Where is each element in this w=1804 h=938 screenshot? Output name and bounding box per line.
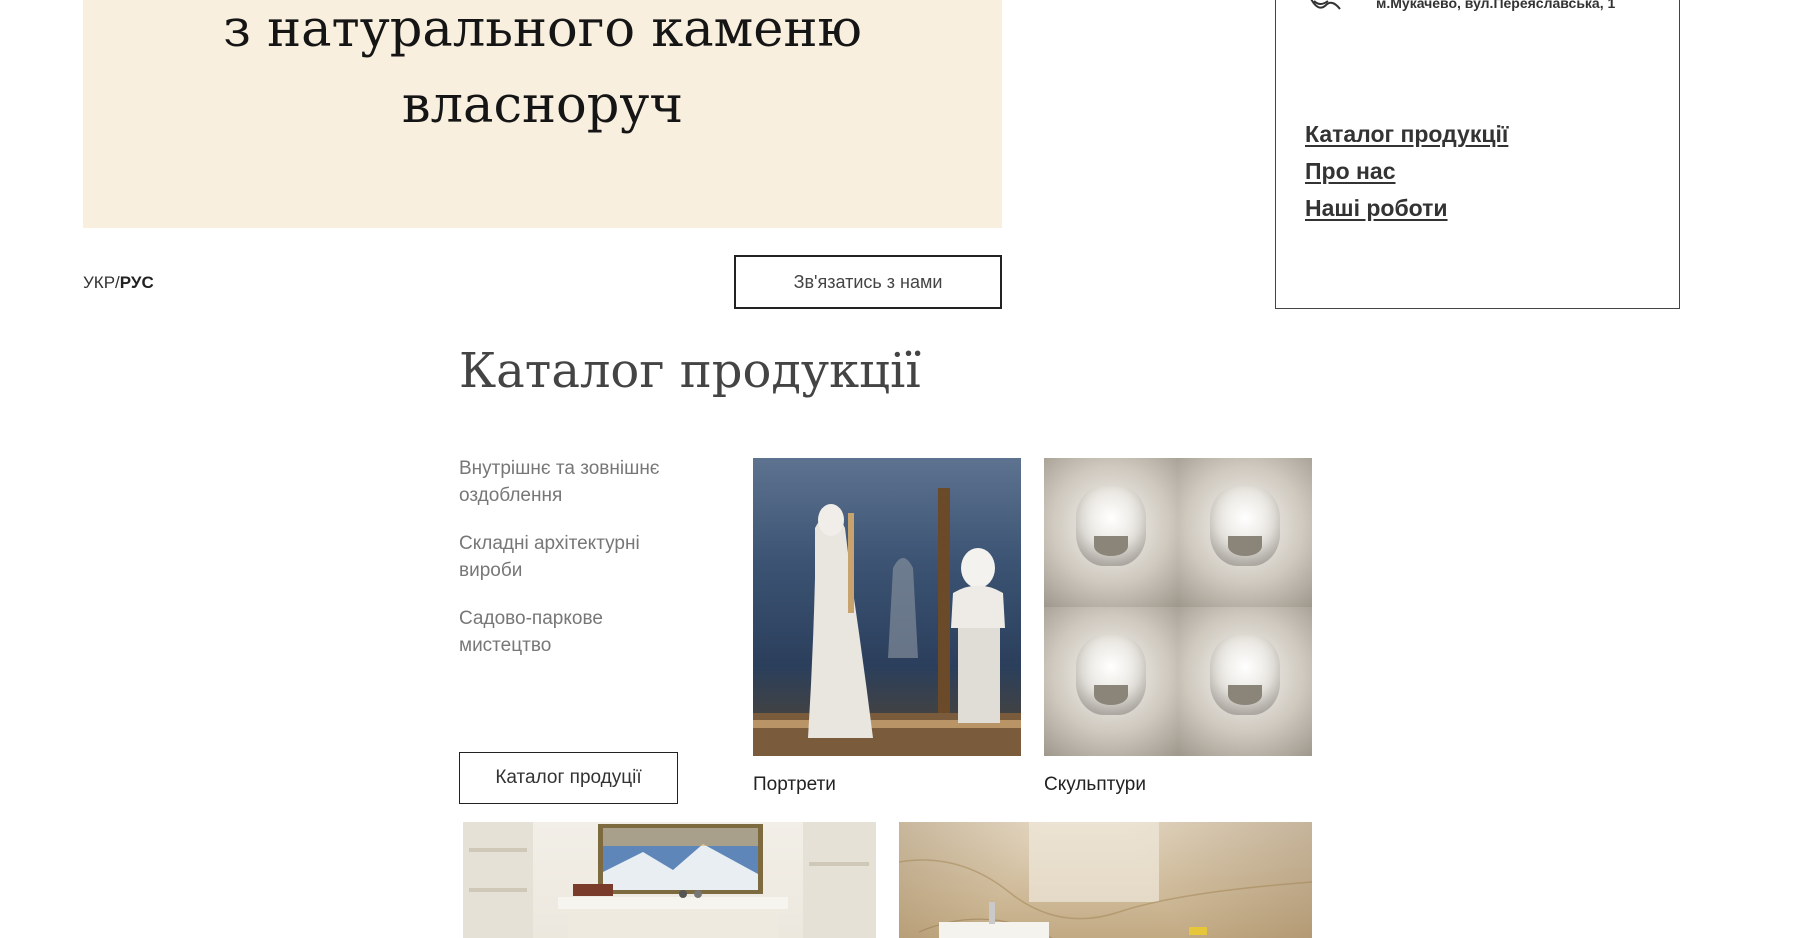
nav-link-about[interactable]: Про нас xyxy=(1305,158,1396,184)
nav-link-catalog[interactable]: Каталог продукції xyxy=(1305,121,1508,147)
product-card-portraits[interactable]: Портрети xyxy=(753,458,1021,796)
product-card-sculptures[interactable]: Скульптури xyxy=(1044,458,1312,796)
category-list: Внутрішнє та зовнішнє оздоблення Складні… xyxy=(459,455,689,680)
hero-banner: з натурального каменю власноруч xyxy=(83,0,1002,228)
card-caption[interactable]: Скульптури xyxy=(1044,774,1312,796)
lang-ukr-link[interactable]: УКР xyxy=(83,273,115,292)
portraits-image[interactable] xyxy=(753,458,1021,756)
category-item[interactable]: Садово-паркове мистецтво xyxy=(459,605,689,659)
info-box: м.Мукачево, вул.Переяславська, 1 Каталог… xyxy=(1275,0,1680,309)
map-marker-icon xyxy=(1310,0,1341,10)
hero-title: з натурального каменю власноруч xyxy=(83,0,1002,144)
bathroom-image[interactable] xyxy=(899,822,1312,938)
category-item[interactable]: Внутрішнє та зовнішнє оздоблення xyxy=(459,455,689,509)
language-switch: УКР/РУС xyxy=(83,273,154,293)
portraits-illustration xyxy=(753,488,1021,756)
catalog-title: Каталог продукції xyxy=(459,343,921,399)
fireplace-image[interactable] xyxy=(463,822,876,938)
address-text: м.Мукачево, вул.Переяславська, 1 xyxy=(1376,0,1616,11)
info-nav: Каталог продукції Про нас Наші роботи xyxy=(1305,121,1508,232)
category-item[interactable]: Складні архітектурні вироби xyxy=(459,530,689,584)
nav-item: Каталог продукції xyxy=(1305,121,1508,148)
nav-link-works[interactable]: Наші роботи xyxy=(1305,195,1448,221)
card-caption[interactable]: Портрети xyxy=(753,774,1021,796)
hero-title-line2: власноруч xyxy=(401,76,684,135)
page: з натурального каменю власноруч УКР/РУС … xyxy=(0,0,1804,938)
nav-item: Наші роботи xyxy=(1305,195,1508,222)
fireplace-illustration xyxy=(463,822,876,938)
contact-us-button[interactable]: Зв'язатись з нами xyxy=(734,255,1002,309)
lang-rus-link[interactable]: РУС xyxy=(120,273,154,292)
nav-item: Про нас xyxy=(1305,158,1508,185)
sculptures-image[interactable] xyxy=(1044,458,1312,756)
hero-title-line1: з натурального каменю xyxy=(223,0,862,59)
bathroom-illustration xyxy=(899,822,1312,938)
catalog-button[interactable]: Каталог продуції xyxy=(459,752,678,804)
